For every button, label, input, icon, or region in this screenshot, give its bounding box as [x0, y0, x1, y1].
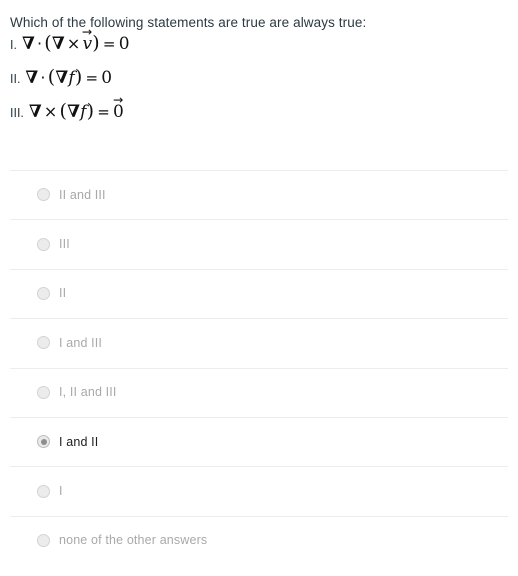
answer-option-label: I, II and III — [59, 385, 117, 400]
result-zero: 0 — [118, 34, 130, 54]
answer-option-i[interactable]: I — [0, 466, 518, 515]
radio-button-i-and-ii[interactable] — [37, 435, 50, 449]
answer-option-i-and-ii[interactable]: I and II — [0, 416, 518, 466]
statement-iii-index: III. — [10, 106, 24, 120]
radio-button-i-ii-and-iii[interactable] — [37, 385, 50, 399]
answer-option-label: I and III — [59, 335, 103, 350]
answer-option-i-ii-and-iii[interactable]: I, II and III — [0, 367, 518, 417]
quiz-question-panel: Which of the following statements are tr… — [0, 0, 518, 576]
equals-sign: = — [97, 103, 111, 121]
radio-button-iii[interactable] — [37, 237, 50, 251]
statement-ii-index: II. — [10, 72, 21, 86]
vector-v-base: v — [82, 34, 93, 54]
nabla-symbol: ∇ — [25, 68, 39, 88]
dot-operator-icon: · — [40, 68, 46, 87]
equals-sign: = — [85, 69, 99, 87]
answer-option-ii[interactable]: II — [0, 268, 518, 318]
statement-i: I. ∇ · (∇ × → v) = 0 — [10, 26, 518, 66]
nabla-symbol: ∇ — [51, 34, 65, 54]
statement-i-index: I. — [10, 38, 17, 52]
open-paren: ( — [44, 32, 52, 54]
statement-iii: III. ∇ × (∇f) = → 0 — [10, 94, 518, 134]
radio-button-ii[interactable] — [37, 286, 50, 300]
open-paren: ( — [59, 100, 68, 122]
answer-option-label: II — [59, 286, 67, 301]
equals-sign: = — [102, 35, 116, 53]
cross-operator-icon: × — [43, 102, 58, 121]
answer-option-label: III — [59, 237, 70, 252]
statement-i-formula: ∇ · (∇ × → v) = 0 — [21, 26, 130, 54]
cross-operator-icon: × — [66, 34, 81, 53]
close-paren: ) — [92, 32, 100, 54]
radio-button-i-and-iii[interactable] — [37, 336, 50, 350]
radio-button-none[interactable] — [37, 533, 50, 547]
answer-option-label: II and III — [59, 187, 106, 202]
answer-option-label: I and II — [59, 434, 99, 449]
statement-list: I. ∇ · (∇ × → v) = 0 II. ∇ · (∇f) = 0 III. ∇ × (∇f) = →… — [0, 26, 518, 134]
vector-zero-base: 0 — [113, 102, 125, 122]
answer-option-none[interactable]: none of the other answers — [0, 515, 518, 565]
answer-option-label: none of the other answers — [59, 533, 208, 548]
answer-options-list: II and III III II I and III I, II and II… — [0, 170, 518, 565]
vector-zero: → 0 — [113, 94, 125, 122]
question-stem: Which of the following statements are tr… — [0, 0, 518, 32]
result-zero: 0 — [101, 68, 113, 88]
dot-operator-icon: · — [36, 34, 43, 53]
answer-option-label: I — [59, 484, 63, 499]
nabla-symbol: ∇ — [28, 102, 42, 122]
radio-button-ii-and-iii[interactable] — [37, 188, 50, 202]
radio-button-i[interactable] — [37, 484, 50, 498]
answer-option-ii-and-iii[interactable]: II and III — [0, 170, 518, 219]
vector-v: → v — [82, 26, 93, 54]
nabla-symbol: ∇ — [55, 68, 69, 88]
statement-ii-formula: ∇ · (∇f) = 0 — [25, 66, 112, 88]
nabla-symbol: ∇ — [21, 34, 35, 54]
answer-option-i-and-iii[interactable]: I and III — [0, 318, 518, 367]
statement-ii: II. ∇ · (∇f) = 0 — [10, 66, 518, 100]
statement-iii-formula: ∇ × (∇f) = → 0 — [28, 94, 125, 122]
nabla-symbol: ∇ — [67, 102, 81, 122]
question-text: Which of the following statements are tr… — [10, 15, 367, 30]
answer-option-iii[interactable]: III — [0, 219, 518, 268]
